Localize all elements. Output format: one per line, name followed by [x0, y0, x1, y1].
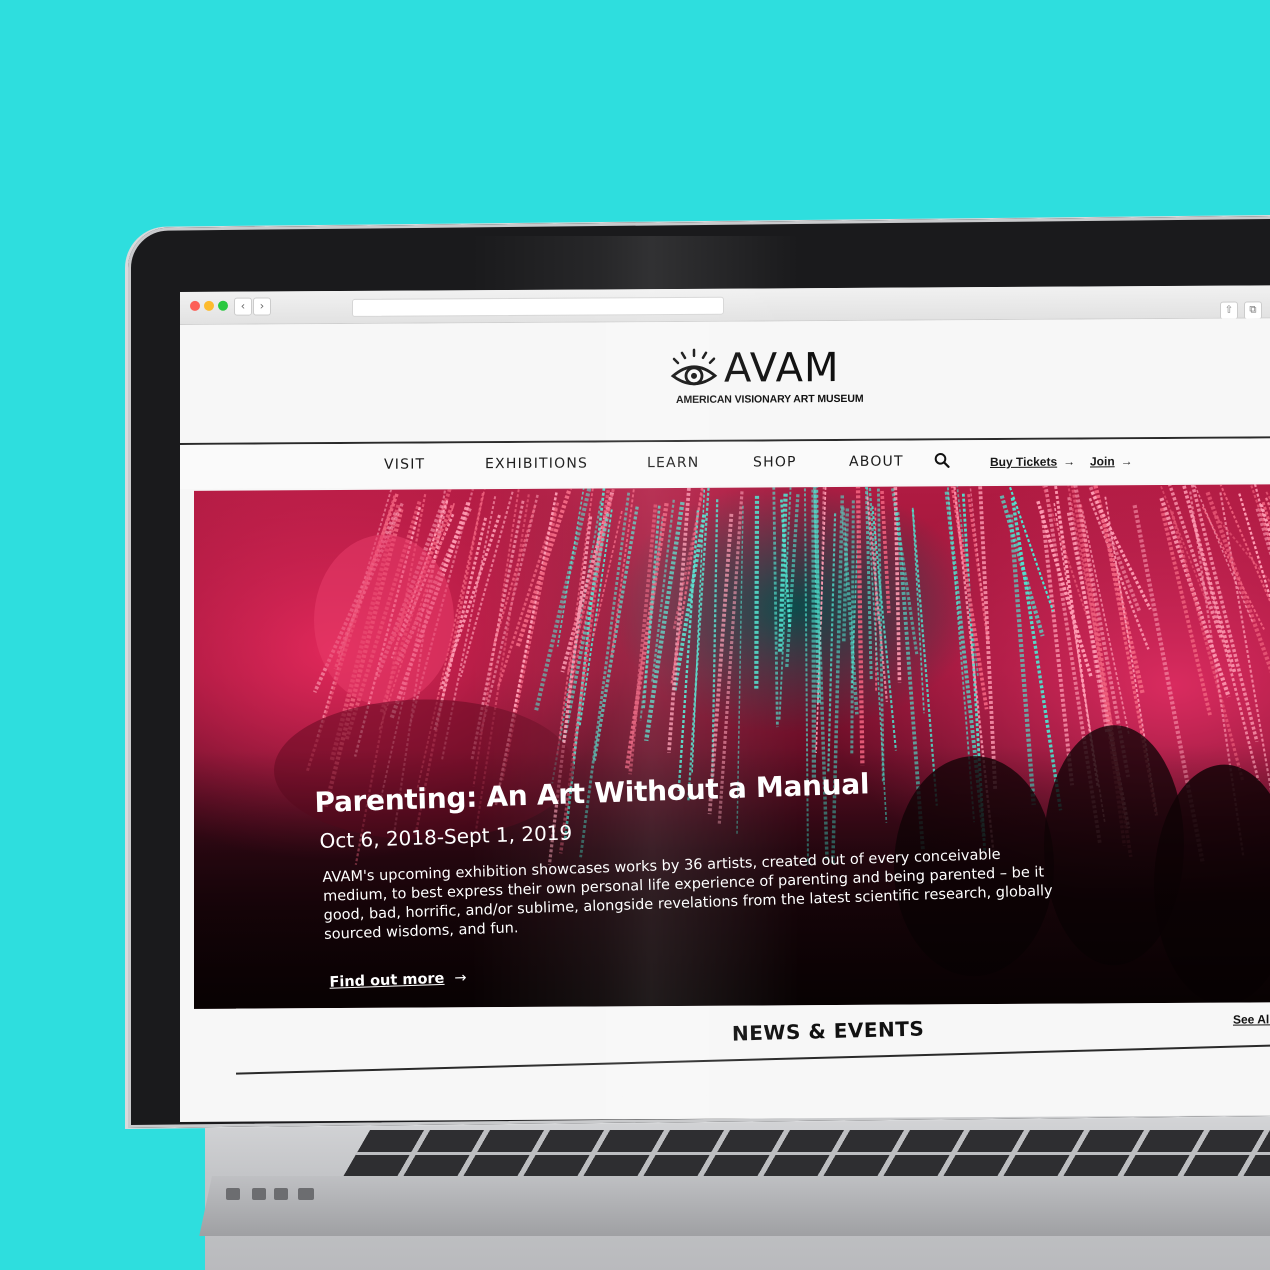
usb-port	[252, 1188, 266, 1200]
light-strand	[911, 507, 925, 714]
minimize-window-button[interactable]	[204, 300, 214, 311]
nav-item-learn[interactable]: LEARN	[647, 455, 699, 471]
thunderbolt-port	[274, 1188, 288, 1200]
eye-icon	[670, 348, 718, 386]
section-title: NEWS & EVENTS	[731, 1016, 925, 1046]
usb-port	[226, 1188, 240, 1200]
maximize-window-button[interactable]	[218, 300, 228, 311]
buy-tickets-link[interactable]: Buy Tickets →	[990, 455, 1075, 470]
laptop-front-edge	[199, 1176, 1270, 1236]
light-strand	[880, 490, 891, 614]
browser-window: ‹ › ⇧ ⧉ AVAM AMERICAN VISIONARY ART MUSE…	[180, 285, 1270, 1122]
light-strand	[628, 504, 658, 775]
light-strand	[493, 505, 537, 645]
light-strand	[610, 489, 635, 656]
light-strand	[855, 484, 865, 766]
visitor-face	[314, 534, 454, 705]
hero-content: Parenting: An Art Without a Manual Oct 6…	[314, 760, 1079, 991]
light-strand	[827, 513, 837, 772]
logo-subtitle: AMERICAN VISIONARY ART MUSEUM	[676, 392, 864, 406]
tabs-icon[interactable]: ⧉	[1244, 301, 1262, 320]
hero-banner[interactable]: Parenting: An Art Without a Manual Oct 6…	[194, 484, 1270, 1009]
news-events-section: NEWS & EVENTS See All	[236, 1002, 1270, 1099]
back-button[interactable]: ‹	[234, 297, 252, 316]
light-strand	[978, 484, 998, 790]
hero-description: AVAM's upcoming exhibition showcases wor…	[322, 846, 1053, 943]
arrow-right-icon: →	[1063, 454, 1076, 469]
nav-item-visit[interactable]: VISIT	[384, 457, 425, 473]
light-strand	[999, 495, 1045, 637]
close-window-button[interactable]	[190, 300, 200, 311]
light-strand	[556, 484, 595, 756]
main-navigation: VISIT EXHIBITIONS LEARN SHOP ABOUT Buy T…	[180, 438, 1270, 489]
light-strand	[1158, 484, 1233, 665]
nav-item-about[interactable]: ABOUT	[849, 454, 904, 470]
address-bar[interactable]	[352, 296, 724, 317]
nav-item-shop[interactable]: SHOP	[753, 454, 797, 470]
light-strand	[1264, 497, 1270, 723]
scene: ‹ › ⇧ ⧉ AVAM AMERICAN VISIONARY ART MUSE…	[0, 0, 1270, 1270]
light-strand	[785, 494, 800, 668]
search-icon[interactable]	[934, 452, 950, 468]
light-strand	[820, 486, 825, 624]
join-link[interactable]: Join →	[1090, 454, 1133, 468]
forward-button[interactable]: ›	[253, 297, 271, 316]
site-header: AVAM AMERICAN VISIONARY ART MUSEUM	[180, 318, 1270, 445]
light-strand	[754, 495, 760, 689]
divider	[236, 1043, 1270, 1075]
light-strand	[1255, 508, 1270, 725]
see-all-link[interactable]: See All	[1233, 1012, 1270, 1026]
nav-item-exhibitions[interactable]: EXHIBITIONS	[485, 456, 588, 473]
arrow-right-icon: →	[454, 970, 467, 987]
arrow-right-icon: →	[1120, 454, 1133, 469]
site-logo[interactable]: AVAM AMERICAN VISIONARY ART MUSEUM	[670, 343, 870, 414]
share-icon[interactable]: ⇧	[1220, 301, 1238, 320]
hdmi-port	[298, 1188, 314, 1200]
logo-wordmark: AVAM	[724, 344, 840, 392]
light-strand	[772, 484, 779, 728]
